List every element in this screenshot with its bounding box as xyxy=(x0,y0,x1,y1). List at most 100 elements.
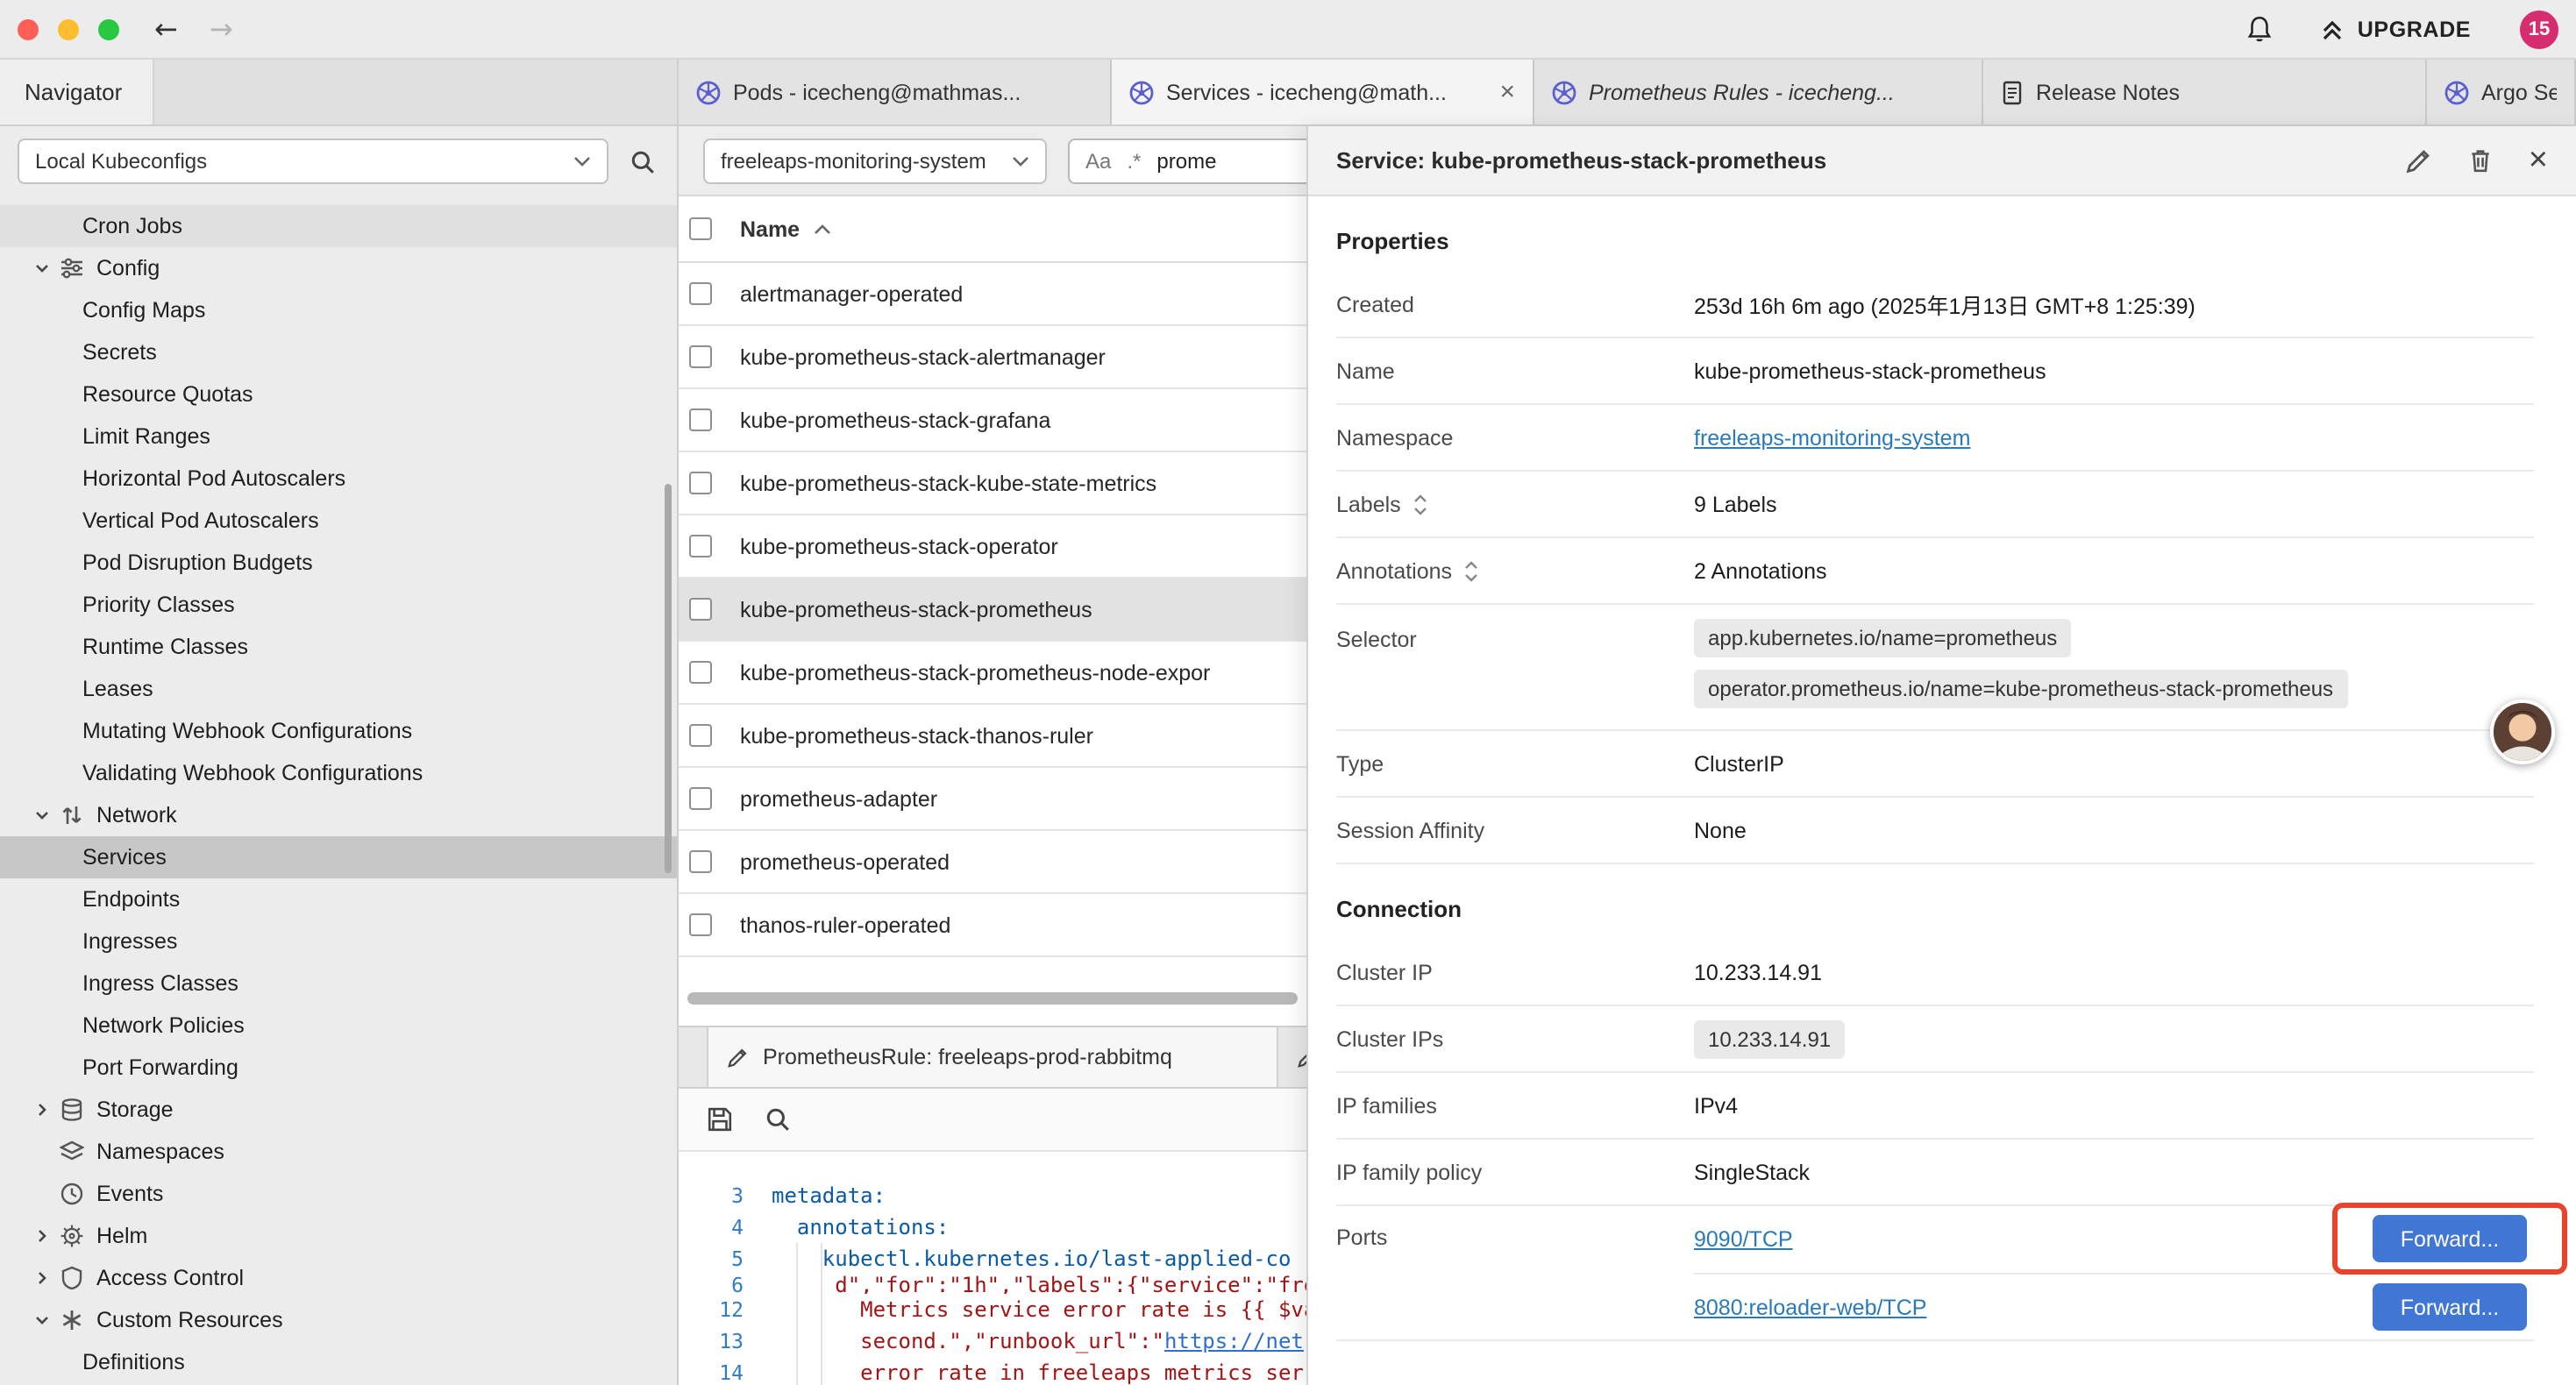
sidebar-item-namespaces[interactable]: Namespaces xyxy=(0,1131,677,1173)
detail-row-cluster-ips: Cluster IPs 10.233.14.91 xyxy=(1336,1006,2534,1073)
row-checkbox[interactable] xyxy=(689,724,712,747)
chevron-down-icon xyxy=(998,155,1029,166)
sidebar-item-network-policies[interactable]: Network Policies xyxy=(0,1005,677,1047)
close-window-button[interactable] xyxy=(18,18,39,39)
sidebar-item-secrets[interactable]: Secrets xyxy=(0,331,677,373)
row-checkbox[interactable] xyxy=(689,850,712,873)
tab-services[interactable]: Services - icecheng@math... × xyxy=(1112,60,1534,124)
tab-label: Release Notes xyxy=(2036,80,2180,104)
chevron-down-icon[interactable] xyxy=(30,1311,54,1329)
sidebar-item-storage[interactable]: Storage xyxy=(0,1089,677,1131)
search-icon[interactable] xyxy=(630,148,656,174)
close-icon[interactable]: × xyxy=(2529,144,2548,177)
tab-argo[interactable]: Argo Se xyxy=(2427,60,2576,124)
detail-row-name: Name kube-prometheus-stack-prometheus xyxy=(1336,338,2534,405)
row-checkbox[interactable] xyxy=(689,598,712,621)
upgrade-button[interactable]: UPGRADE xyxy=(2321,17,2471,41)
minimize-window-button[interactable] xyxy=(58,18,79,39)
forward-button[interactable]: Forward... xyxy=(2373,1283,2527,1331)
unfold-more-icon[interactable] xyxy=(1462,558,1480,583)
maximize-window-button[interactable] xyxy=(98,18,119,39)
row-checkbox[interactable] xyxy=(689,472,712,494)
row-checkbox[interactable] xyxy=(689,913,712,936)
unfold-more-icon[interactable] xyxy=(1412,492,1429,516)
sidebar-item-network[interactable]: Network xyxy=(0,794,677,836)
dock-tab-prometheusrule[interactable]: PrometheusRule: freeleaps-prod-rabbitmq xyxy=(707,1027,1278,1087)
sidebar-item-resource-quotas[interactable]: Resource Quotas xyxy=(0,373,677,416)
sidebar-item-events[interactable]: Events xyxy=(0,1173,677,1215)
sidebar-item-definitions[interactable]: Definitions xyxy=(0,1341,677,1383)
kubernetes-icon xyxy=(1552,80,1576,104)
kubeconfig-selector[interactable]: Local Kubeconfigs xyxy=(18,138,608,184)
tab-pods[interactable]: Pods - icecheng@mathmas... xyxy=(679,60,1112,124)
storage-icon xyxy=(58,1097,86,1122)
chevron-down-icon[interactable] xyxy=(30,806,54,824)
kubernetes-icon xyxy=(1129,80,1154,104)
row-checkbox[interactable] xyxy=(689,345,712,368)
sidebar-item-mutating-webhook-configurations[interactable]: Mutating Webhook Configurations xyxy=(0,710,677,752)
sidebar-item-priority-classes[interactable]: Priority Classes xyxy=(0,584,677,626)
detail-row-selector: Selector app.kubernetes.io/name=promethe… xyxy=(1336,605,2534,731)
sidebar-item-vertical-pod-autoscalers[interactable]: Vertical Pod Autoscalers xyxy=(0,500,677,542)
sidebar-item-port-forwarding[interactable]: Port Forwarding xyxy=(0,1047,677,1089)
sidebar-item-helm[interactable]: Helm xyxy=(0,1215,677,1257)
tab-prometheus-rules[interactable]: Prometheus Rules - icecheng... xyxy=(1534,60,1983,124)
sidebar-item-horizontal-pod-autoscalers[interactable]: Horizontal Pod Autoscalers xyxy=(0,458,677,500)
sidebar-item-custom-resources[interactable]: Custom Resources xyxy=(0,1299,677,1341)
namespace-link[interactable]: freeleaps-monitoring-system xyxy=(1694,425,1970,450)
sidebar-item-services[interactable]: Services xyxy=(0,836,677,878)
sidebar-item-endpoints[interactable]: Endpoints xyxy=(0,878,677,920)
sidebar-scrollbar[interactable] xyxy=(665,484,672,873)
sidebar-item-runtime-classes[interactable]: Runtime Classes xyxy=(0,626,677,668)
sort-ascending-icon[interactable] xyxy=(814,224,831,234)
clock-icon xyxy=(58,1182,86,1206)
row-checkbox[interactable] xyxy=(689,535,712,558)
forward-button[interactable]: Forward... xyxy=(2373,1215,2527,1262)
name-column-header[interactable]: Name xyxy=(740,217,800,241)
select-all-checkbox[interactable] xyxy=(689,217,712,240)
sidebar-item-limit-ranges[interactable]: Limit Ranges xyxy=(0,416,677,458)
edit-pencil-icon[interactable] xyxy=(2404,146,2432,174)
match-case-toggle[interactable]: Aa xyxy=(1085,148,1111,173)
sidebar-item-pod-disruption-budgets[interactable]: Pod Disruption Budgets xyxy=(0,542,677,584)
sidebar-item-ingresses[interactable]: Ingresses xyxy=(0,920,677,962)
sidebar-item-cron-jobs[interactable]: Cron Jobs xyxy=(0,205,677,247)
chevron-down-icon[interactable] xyxy=(30,259,54,277)
tab-label: Prometheus Rules - icecheng... xyxy=(1589,80,1895,104)
namespace-filter-select[interactable]: freeleaps-monitoring-system xyxy=(703,138,1047,183)
sidebar-toolbar: Local Kubeconfigs xyxy=(0,126,677,196)
tab-release-notes[interactable]: Release Notes xyxy=(1983,60,2427,124)
titlebar: ← → UPGRADE 15 xyxy=(0,0,2576,60)
horizontal-scrollbar[interactable] xyxy=(687,992,1298,1005)
search-icon[interactable] xyxy=(765,1106,791,1133)
row-checkbox[interactable] xyxy=(689,661,712,684)
chevron-right-icon[interactable] xyxy=(30,1101,54,1119)
sidebar-item-leases[interactable]: Leases xyxy=(0,668,677,710)
row-checkbox[interactable] xyxy=(689,282,712,305)
regex-toggle[interactable]: .* xyxy=(1127,148,1141,173)
avatar[interactable] xyxy=(2490,700,2555,764)
forward-nav-button[interactable]: → xyxy=(210,15,233,43)
port-line: 8080:reloader-web/TCP Forward... xyxy=(1694,1273,2534,1339)
sidebar-item-config[interactable]: Config xyxy=(0,247,677,289)
detail-panel-body: Properties Created 253d 16h 6m ago (2025… xyxy=(1308,196,2576,1341)
back-button[interactable]: ← xyxy=(154,15,178,43)
notification-count-badge[interactable]: 15 xyxy=(2520,10,2558,48)
trash-icon[interactable] xyxy=(2467,147,2494,174)
sidebar-item-access-control[interactable]: Access Control xyxy=(0,1257,677,1299)
chevron-right-icon[interactable] xyxy=(30,1269,54,1287)
upgrade-icon xyxy=(2321,17,2345,41)
notifications-bell-icon[interactable] xyxy=(2245,14,2275,44)
titlebar-right-group: UPGRADE 15 xyxy=(2245,10,2576,48)
port-link-9090[interactable]: 9090/TCP xyxy=(1694,1227,1793,1252)
sidebar-item-validating-webhook-configurations[interactable]: Validating Webhook Configurations xyxy=(0,752,677,794)
chevron-right-icon[interactable] xyxy=(30,1227,54,1245)
config-icon xyxy=(58,256,86,281)
row-checkbox[interactable] xyxy=(689,787,712,810)
row-checkbox[interactable] xyxy=(689,408,712,431)
sidebar-item-config-maps[interactable]: Config Maps xyxy=(0,289,677,331)
close-tab-icon[interactable]: × xyxy=(1499,79,1515,105)
port-link-8080[interactable]: 8080:reloader-web/TCP xyxy=(1694,1295,1926,1319)
sidebar-item-ingress-classes[interactable]: Ingress Classes xyxy=(0,962,677,1005)
save-icon[interactable] xyxy=(707,1106,733,1133)
